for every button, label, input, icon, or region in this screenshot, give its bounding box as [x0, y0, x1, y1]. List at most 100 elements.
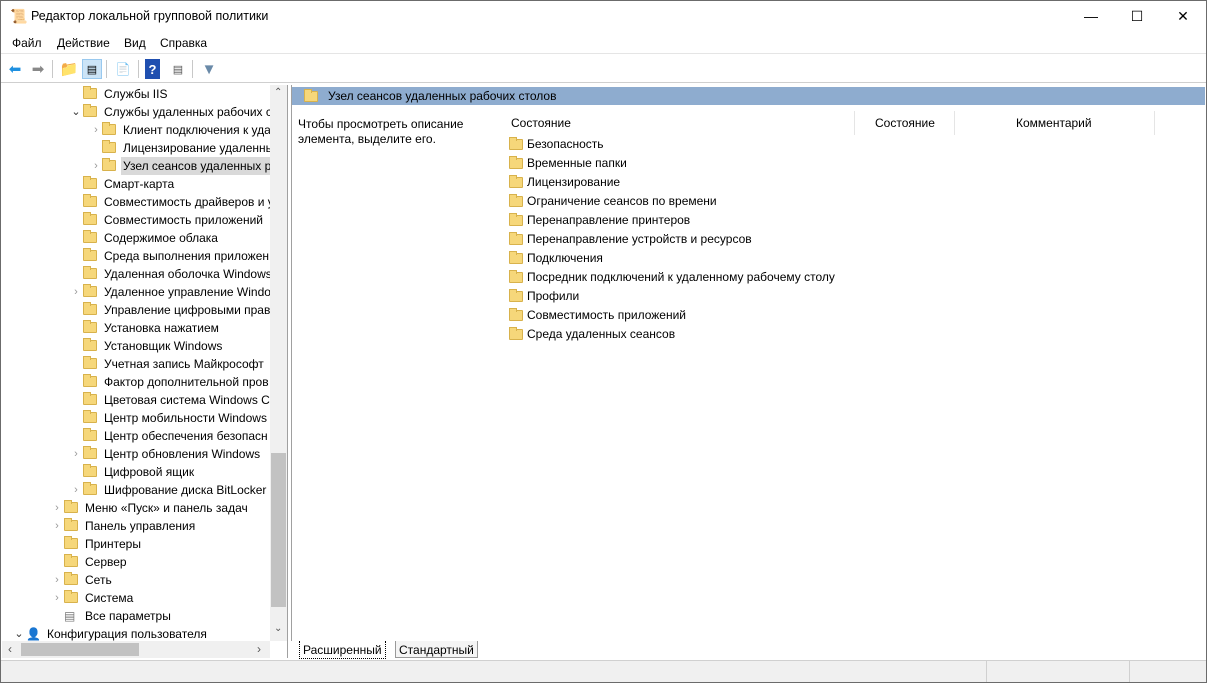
tree-item[interactable]: Смарт-карта	[2, 175, 270, 193]
folder-icon	[83, 266, 97, 279]
tree-item[interactable]: Учетная запись Майкрософт	[2, 355, 270, 373]
forward-icon[interactable]: ➡	[28, 59, 48, 79]
folder-icon	[509, 194, 523, 207]
tree-vertical-scroll-thumb[interactable]	[271, 453, 286, 607]
tree-item[interactable]: Среда выполнения приложен	[2, 247, 270, 265]
tree-item[interactable]: › Меню «Пуск» и панель задач	[2, 499, 270, 517]
tree-item[interactable]: Совместимость драйверов и у	[2, 193, 274, 211]
close-button[interactable]: ✕	[1160, 1, 1206, 31]
tree-item[interactable]: Содержимое облака	[2, 229, 270, 247]
column-header-name[interactable]: Состояние	[511, 116, 571, 130]
menu-help[interactable]: Справка	[160, 36, 207, 50]
folder-icon	[64, 590, 78, 603]
chevron-right-icon[interactable]: ›	[91, 121, 101, 139]
scroll-right-icon[interactable]: ›	[257, 642, 261, 656]
settings-folder-label: Среда удаленных сеансов	[527, 327, 676, 341]
menu-bar: Файл Действие Вид Справка	[1, 32, 1206, 54]
tree-item-label: Фактор дополнительной пров	[104, 375, 269, 389]
tree-item[interactable]: Принтеры	[2, 535, 270, 553]
tree-pane: Службы IIS ⌄ Службы удаленных рабочих с › Кл…	[2, 85, 288, 658]
tree-item[interactable]: Лицензирование удаленны	[2, 139, 274, 157]
tree-horizontal-scroll-thumb[interactable]	[21, 643, 139, 656]
folder-icon	[83, 248, 97, 261]
tab-extended[interactable]: Расширенный	[299, 641, 386, 659]
minimize-button[interactable]: —	[1068, 1, 1114, 31]
tree-item[interactable]: Сервер	[2, 553, 270, 571]
tree-item[interactable]: ▤ Все параметры	[2, 607, 270, 625]
tree-item[interactable]: Службы IIS	[2, 85, 270, 103]
up-folder-icon[interactable]: 📁	[59, 59, 79, 79]
export-list-icon[interactable]: 📄	[113, 59, 133, 79]
chevron-right-icon[interactable]: ›	[71, 283, 81, 301]
column-header-state[interactable]: Состояние	[875, 116, 935, 130]
chevron-right-icon[interactable]: ›	[91, 157, 101, 175]
scroll-up-icon[interactable]: ⌃	[274, 87, 282, 98]
help-icon[interactable]: ?	[145, 59, 160, 79]
folder-icon	[83, 230, 97, 243]
tree-item[interactable]: Цифровой ящик	[2, 463, 270, 481]
scroll-left-icon[interactable]: ‹	[8, 642, 12, 656]
folder-icon	[102, 140, 116, 153]
settings-folder-label: Профили	[527, 289, 580, 303]
settings-folder-label: Совместимость приложений	[527, 308, 686, 322]
settings-folder-label: Подключения	[527, 251, 603, 265]
tree-item[interactable]: ⌄ Службы удаленных рабочих с	[2, 103, 272, 121]
tree-item-label: Принтеры	[85, 537, 141, 551]
tree-item[interactable]: Центр мобильности Windows	[2, 409, 270, 427]
tree-item-label: Клиент подключения к уда	[123, 123, 271, 137]
folder-icon	[509, 137, 523, 150]
chevron-right-icon[interactable]: ›	[71, 445, 81, 463]
tree-item[interactable]: › Система	[2, 589, 270, 607]
folder-icon	[83, 464, 97, 477]
tree-item[interactable]: › Клиент подключения к уда	[2, 121, 271, 139]
description-text: Чтобы просмотреть описание элемента, выд…	[298, 117, 464, 146]
tree-item[interactable]: Установщик Windows	[2, 337, 270, 355]
tree-item-label: Сервер	[85, 555, 127, 569]
folder-icon	[83, 446, 97, 459]
tree-item[interactable]: Удаленная оболочка Windows	[2, 265, 272, 283]
folder-icon	[83, 356, 97, 369]
tree-item[interactable]: Совместимость приложений	[2, 211, 270, 229]
chevron-right-icon[interactable]: ›	[52, 499, 62, 517]
folder-icon	[83, 86, 97, 99]
show-hide-tree-icon[interactable]: ▤	[82, 59, 102, 79]
folder-icon	[64, 500, 78, 513]
tree-item[interactable]: Цветовая система Windows Co	[2, 391, 277, 409]
tree-item[interactable]: › Узел сеансов удаленных ра	[2, 157, 287, 175]
chevron-right-icon[interactable]: ›	[52, 517, 62, 535]
chevron-down-icon[interactable]: ⌄	[71, 103, 81, 121]
menu-file[interactable]: Файл	[12, 36, 42, 50]
menu-view[interactable]: Вид	[124, 36, 146, 50]
settings-folder-label: Безопасность	[527, 137, 604, 151]
tree-item-label: Узел сеансов удаленных ра	[121, 157, 287, 175]
tree-item[interactable]: › Центр обновления Windows	[2, 445, 270, 463]
tab-standard[interactable]: Стандартный	[395, 641, 478, 658]
settings-folder-label: Лицензирование	[527, 175, 621, 189]
column-header-comment[interactable]: Комментарий	[1016, 116, 1092, 130]
chevron-right-icon[interactable]: ›	[52, 589, 62, 607]
back-icon[interactable]: ⬅	[5, 59, 25, 79]
tree-item[interactable]: › Шифрование диска BitLocker	[2, 481, 270, 499]
tree-item[interactable]: › Панель управления	[2, 517, 270, 535]
chevron-right-icon[interactable]: ›	[52, 571, 62, 589]
tree-item[interactable]: › Сеть	[2, 571, 270, 589]
properties-icon[interactable]: ▤	[168, 59, 188, 79]
tree-item-label: Меню «Пуск» и панель задач	[85, 501, 248, 515]
tree-item-label: Лицензирование удаленны	[123, 141, 275, 155]
folder-icon	[83, 320, 97, 333]
menu-action[interactable]: Действие	[57, 36, 110, 50]
details-header-title: Узел сеансов удаленных рабочих столов	[328, 89, 557, 103]
chevron-right-icon[interactable]: ›	[71, 481, 81, 499]
tree-item[interactable]: Установка нажатием	[2, 319, 270, 337]
tree-item-label: Совместимость приложений	[104, 213, 263, 227]
all-settings-icon: ▤	[64, 609, 76, 623]
scroll-down-icon[interactable]: ⌄	[274, 623, 282, 634]
tree-item[interactable]: Управление цифровыми прав	[2, 301, 270, 319]
tree-item[interactable]: › Удаленное управление Windo	[2, 283, 271, 301]
filter-icon[interactable]: ▼	[199, 59, 219, 79]
folder-icon	[509, 175, 523, 188]
maximize-button[interactable]: ☐	[1114, 1, 1160, 31]
tree-item[interactable]: Центр обеспечения безопасн	[2, 427, 270, 445]
toolbar: ⬅ ➡ 📁 ▤ 📄 ? ▤ ▼	[1, 55, 1206, 83]
tree-item[interactable]: Фактор дополнительной пров	[2, 373, 270, 391]
